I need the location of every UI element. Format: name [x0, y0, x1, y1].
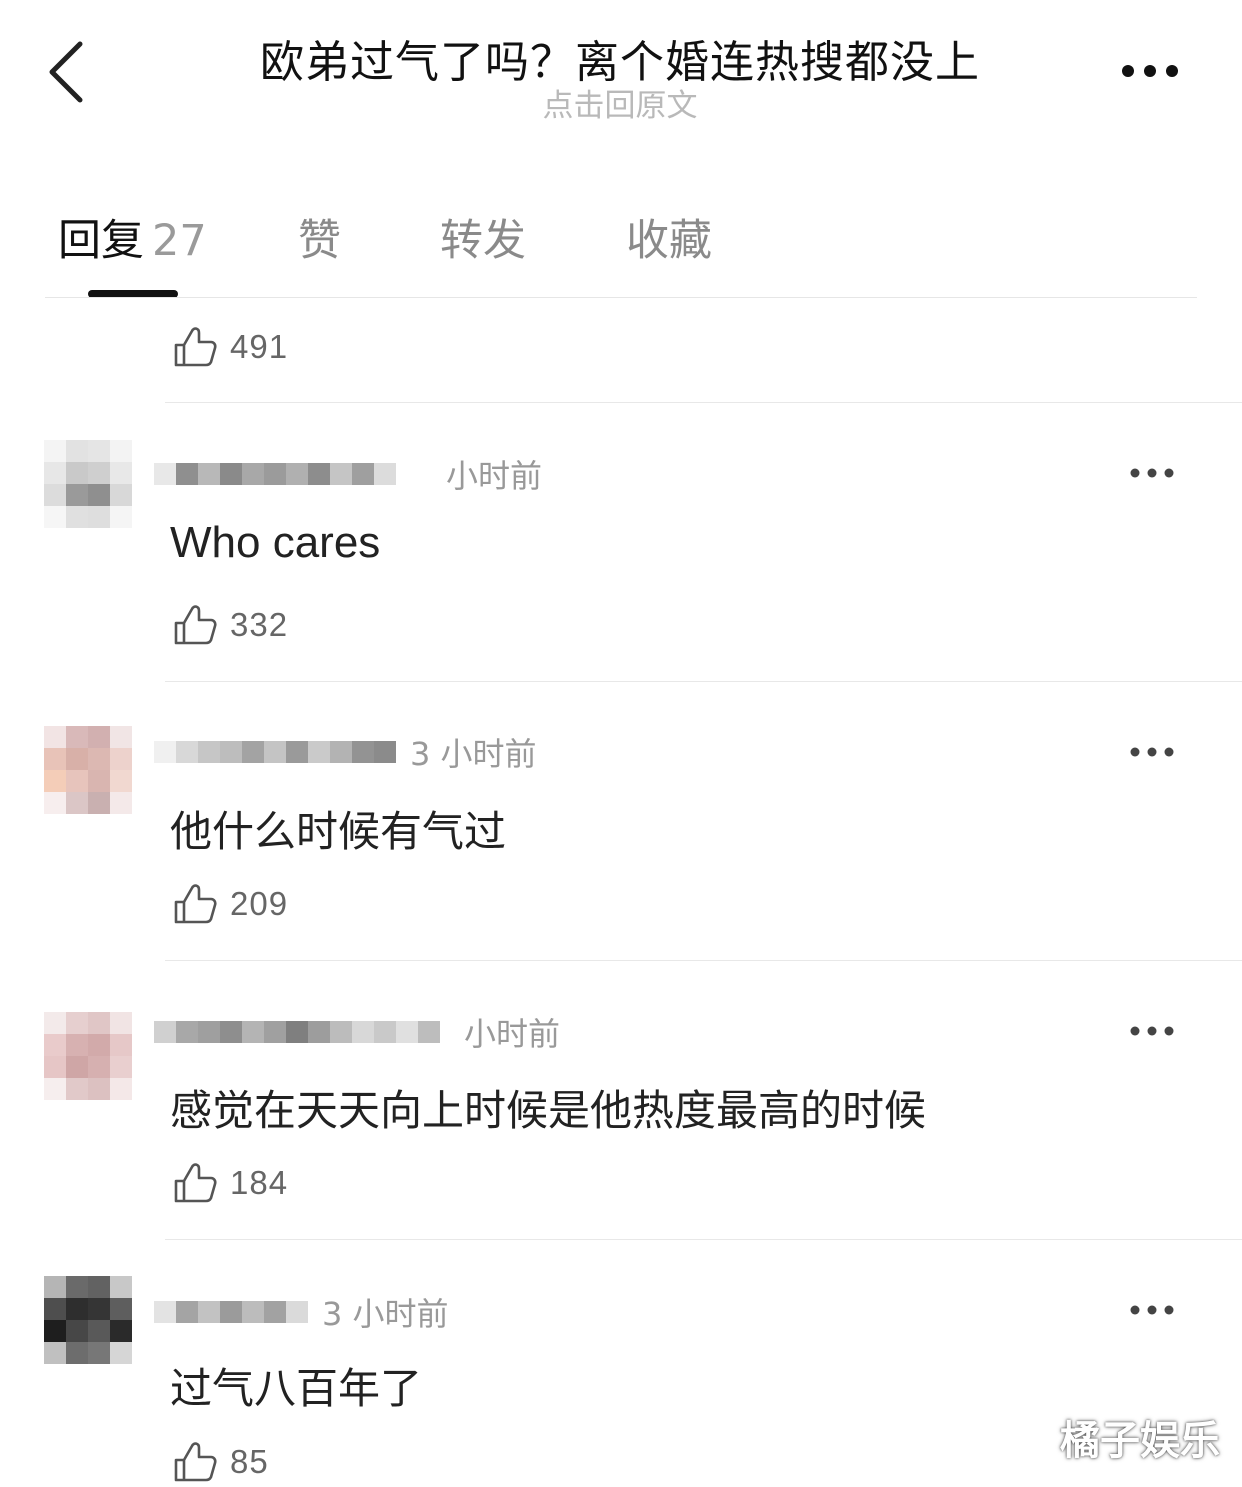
comment-time: 3 小时前 — [410, 735, 537, 773]
thumbs-up-icon — [174, 1442, 217, 1482]
like-count: 491 — [230, 328, 289, 365]
comment-text: Who cares — [170, 518, 381, 567]
thumbs-up-icon — [174, 605, 217, 645]
like-count: 209 — [230, 885, 289, 922]
comment-time: 小时前 — [446, 457, 543, 495]
comment-more-icon[interactable] — [1128, 745, 1176, 759]
divider — [165, 402, 1242, 403]
thumbs-up-icon — [174, 1163, 217, 1203]
avatar[interactable] — [44, 1012, 132, 1100]
comment-text: 他什么时候有气过 — [170, 807, 507, 856]
tab-like[interactable]: 赞 — [298, 206, 341, 268]
like-button[interactable]: 332 — [170, 600, 288, 650]
back-to-original-link[interactable]: 点击回原文 — [420, 80, 820, 125]
comment-time: 小时前 — [464, 1015, 561, 1053]
divider — [165, 681, 1242, 682]
tabs-divider — [45, 297, 1197, 298]
like-count: 332 — [230, 606, 289, 643]
back-icon[interactable] — [44, 40, 88, 104]
avatar[interactable] — [44, 726, 132, 814]
comment-more-icon[interactable] — [1128, 466, 1176, 480]
like-count: 184 — [230, 1164, 289, 1201]
tab-reply-count: 27 — [152, 216, 207, 266]
more-icon[interactable] — [1110, 56, 1190, 86]
tab-reply-label: 回复 — [58, 216, 144, 266]
like-count: 85 — [230, 1443, 269, 1480]
like-button[interactable]: 491 — [170, 322, 288, 372]
comment-time: 3 小时前 — [322, 1295, 449, 1333]
watermark: 橘子娱乐 — [1060, 1418, 1220, 1464]
thumbs-up-icon — [174, 327, 217, 367]
divider — [165, 960, 1242, 961]
comment-more-icon[interactable] — [1128, 1303, 1176, 1317]
username-blurred[interactable]: 3 小时前 — [154, 720, 537, 784]
like-button[interactable]: 85 — [170, 1437, 269, 1487]
thumbs-up-icon — [174, 884, 217, 924]
comment-more-icon[interactable] — [1128, 1024, 1176, 1038]
tab-favorite[interactable]: 收藏 — [626, 206, 712, 268]
like-button[interactable]: 209 — [170, 879, 288, 929]
comment-text: 过气八百年了 — [170, 1364, 423, 1413]
avatar[interactable] — [44, 1276, 132, 1364]
comment-text: 感觉在天天向上时候是他热度最高的时候 — [170, 1086, 927, 1135]
username-blurred[interactable]: 3 小时前 — [154, 1280, 449, 1344]
like-button[interactable]: 184 — [170, 1158, 288, 1208]
username-blurred[interactable]: 小时前 — [154, 1000, 560, 1064]
username-blurred[interactable]: 小时前 — [154, 442, 542, 506]
avatar[interactable] — [44, 440, 132, 528]
tab-repost[interactable]: 转发 — [440, 206, 526, 268]
divider — [165, 1239, 1242, 1240]
tab-reply[interactable]: 回复 27 — [58, 206, 207, 268]
